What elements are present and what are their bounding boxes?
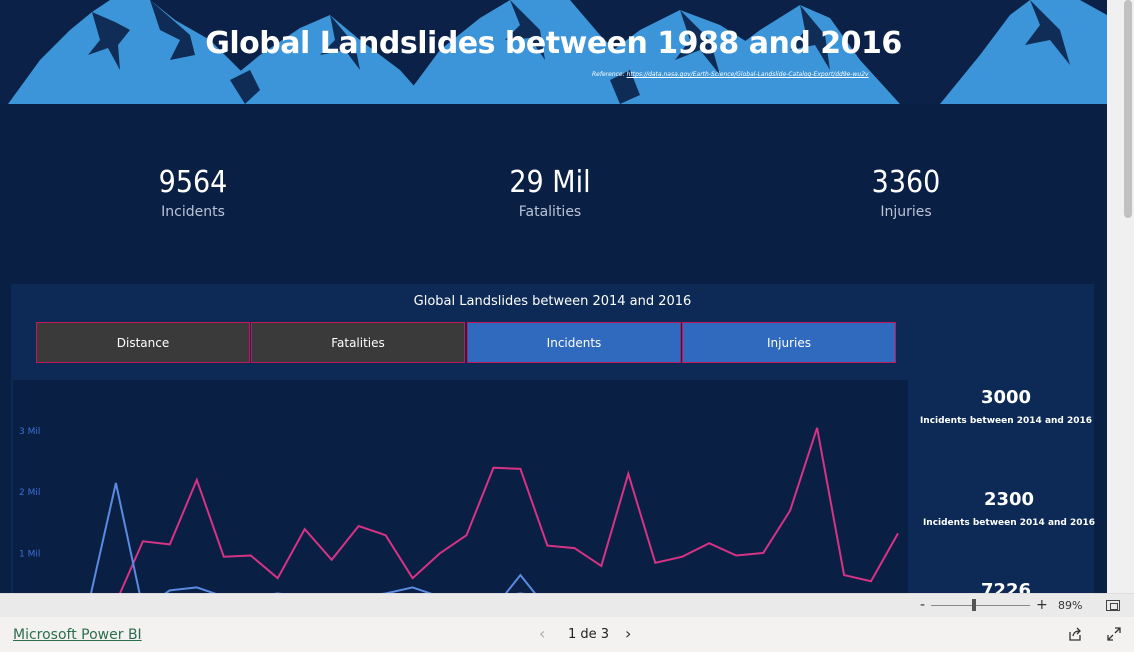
kpi-fatalities: 29 Mil Fatalities: [420, 165, 680, 220]
zoom-level: 89%: [1058, 599, 1083, 612]
report-title: Global Landslides between 1988 and 2016: [205, 26, 902, 61]
kpi-label: Incidents: [161, 204, 225, 220]
kpi-value: 9564: [158, 165, 228, 200]
page-indicator: 1 de 3: [568, 627, 610, 642]
kpi-value: 29 Mil: [509, 165, 591, 200]
zoom-slider-thumb[interactable]: [972, 599, 976, 611]
side-kpi-1: 3000 Incidents between 2014 and 2016: [911, 387, 1101, 426]
series-line-2[interactable]: [35, 482, 898, 593]
y-tick-label: 2 Mil: [19, 488, 40, 498]
y-tick-label: 3 Mil: [19, 427, 40, 437]
reference-label: Reference:: [592, 71, 625, 78]
kpi-label: Fatalities: [518, 204, 582, 220]
slicer-distance[interactable]: Distance: [36, 322, 250, 363]
zoom-in-button[interactable]: +: [1036, 597, 1048, 613]
side-kpi-3: 7226: [911, 580, 1101, 593]
panel-title: Global Landslides between 2014 and 2016: [413, 294, 692, 309]
fullscreen-icon[interactable]: [1106, 626, 1122, 642]
side-kpi-value: 3000: [980, 387, 1032, 408]
slicer-injuries[interactable]: Injuries: [682, 322, 896, 363]
landslides-panel: Global Landslides between 2014 and 2016 …: [11, 284, 1095, 593]
zoom-out-button[interactable]: -: [920, 597, 925, 613]
side-kpi-label: Incidents between 2014 and 2016: [922, 518, 1096, 528]
y-tick-label: 1 Mil: [19, 550, 40, 560]
next-page-icon[interactable]: ›: [625, 624, 631, 643]
power-bi-link[interactable]: Microsoft Power BI: [13, 627, 142, 643]
series-line-0[interactable]: [35, 427, 899, 593]
kpi-label: Injuries: [880, 204, 932, 220]
kpi-incidents: 9564 Incidents: [63, 165, 323, 220]
zoom-bar: - + 89%: [0, 593, 1134, 617]
reference-note: Reference: https://data.nasa.gov/Earth-S…: [592, 71, 869, 78]
side-kpi-value: 2300: [983, 489, 1035, 510]
line-chart[interactable]: 1 Mil 2 Mil 3 Mil: [13, 380, 908, 593]
side-kpi-value: 7226: [980, 580, 1032, 593]
kpi-value: 3360: [871, 165, 941, 200]
side-kpi-label: Incidents between 2014 and 2016: [919, 416, 1093, 426]
viewer-footer: Microsoft Power BI ‹ 1 de 3 ›: [0, 617, 1134, 652]
slicer-incidents[interactable]: Incidents: [467, 322, 681, 363]
fit-to-page-icon[interactable]: [1106, 600, 1120, 611]
reference-link[interactable]: https://data.nasa.gov/Earth-Science/Glob…: [627, 71, 869, 78]
kpi-injuries: 3360 Injuries: [776, 165, 1036, 220]
share-icon[interactable]: [1067, 626, 1083, 642]
slicer-fatalities[interactable]: Fatalities: [251, 322, 465, 363]
prev-page-icon[interactable]: ‹: [539, 624, 545, 643]
report-canvas: Global Landslides between 1988 and 2016 …: [0, 0, 1107, 593]
mountain-banner: Global Landslides between 1988 and 2016 …: [0, 0, 1107, 104]
line-chart-svg: 1 Mil 2 Mil 3 Mil: [19, 427, 899, 593]
zoom-slider-track[interactable]: [931, 605, 1030, 606]
side-kpi-2: 2300 Incidents between 2014 and 2016: [914, 489, 1104, 528]
scrollbar-thumb[interactable]: [1124, 0, 1132, 218]
